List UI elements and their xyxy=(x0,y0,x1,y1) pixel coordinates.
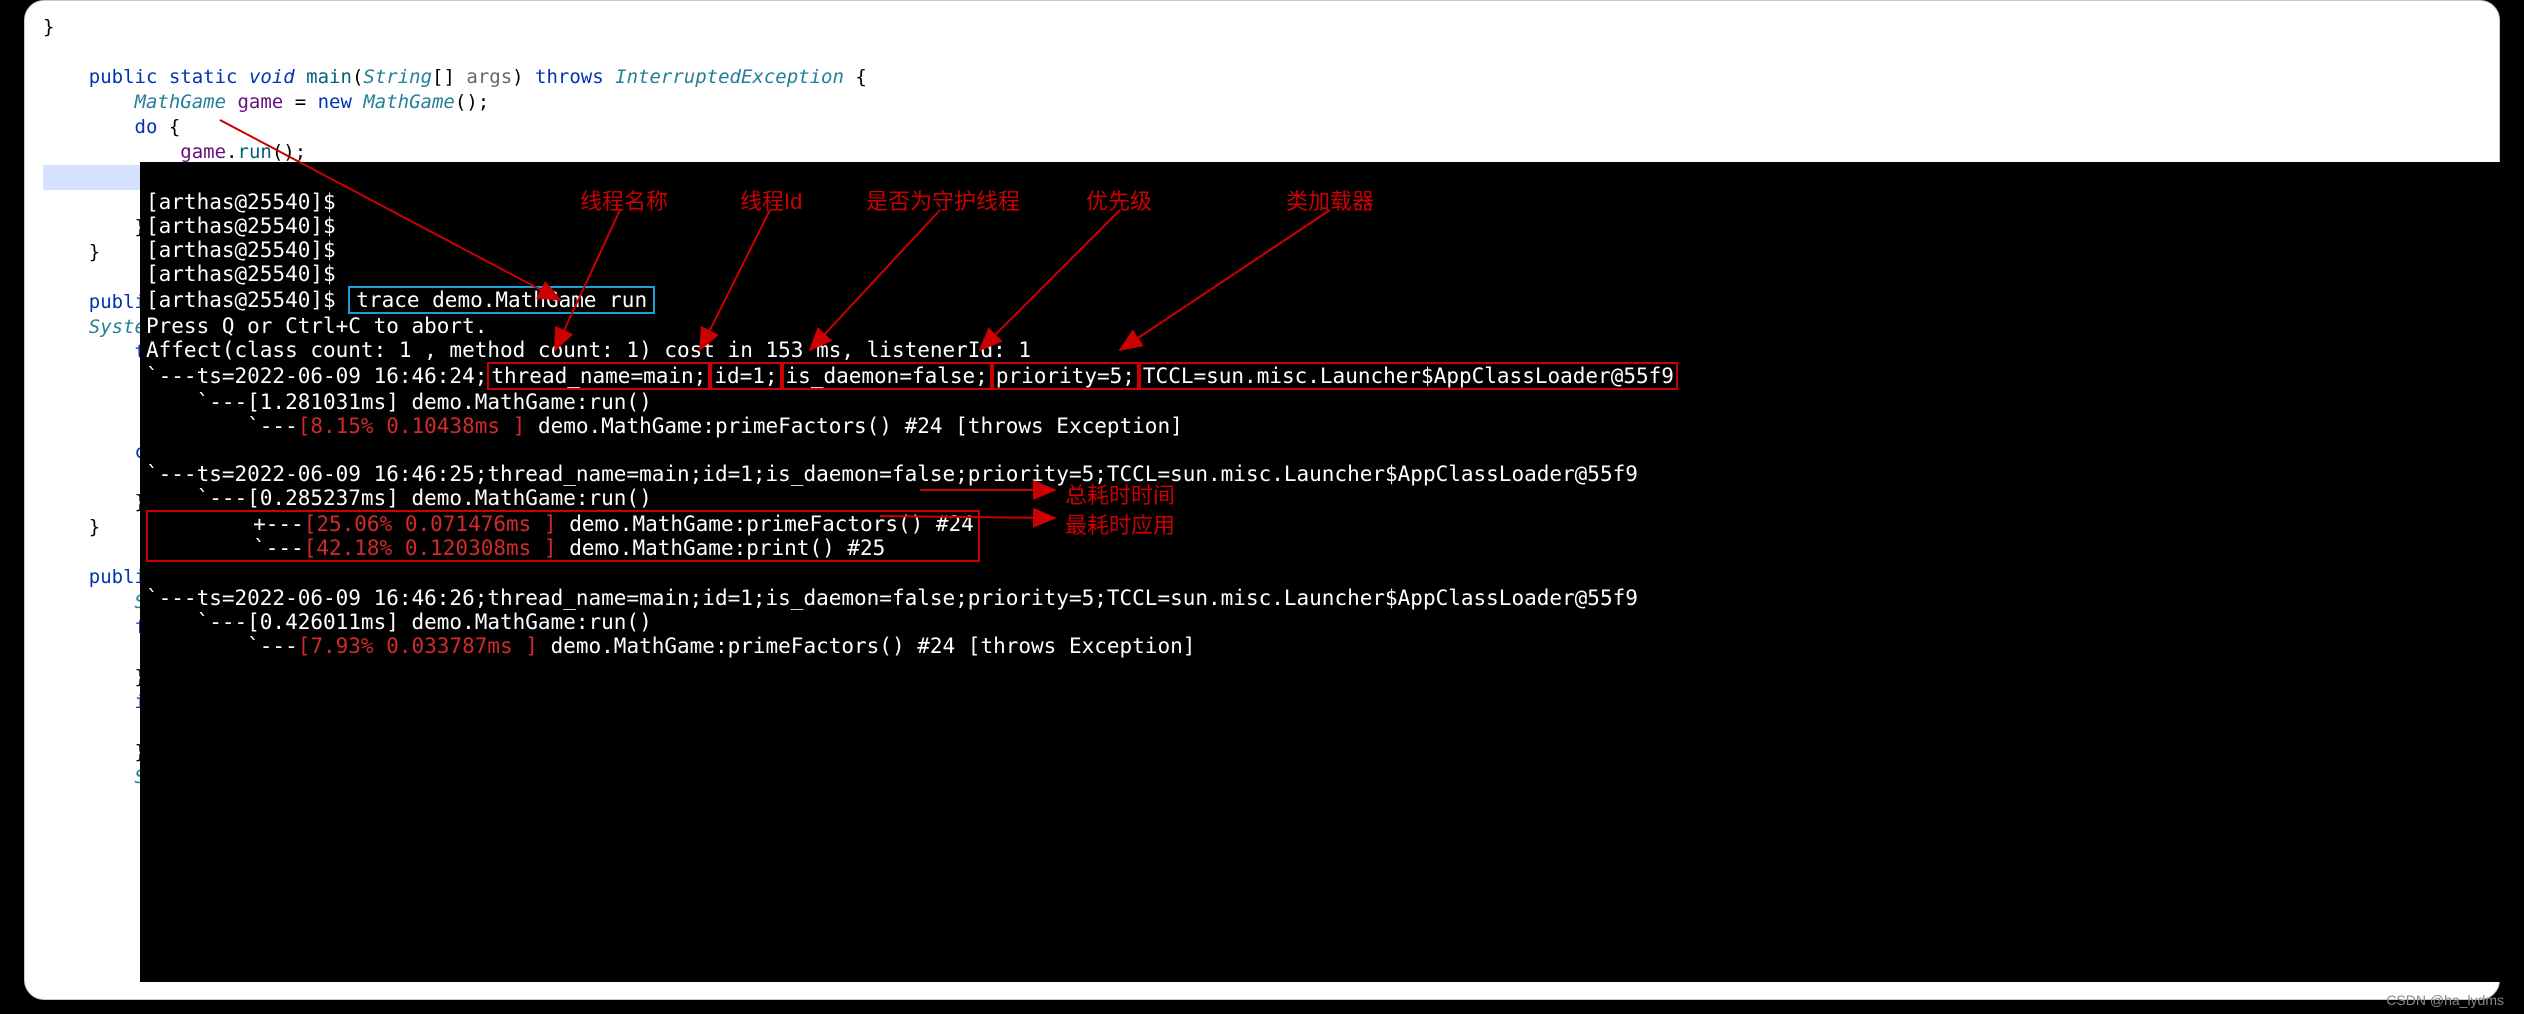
prompt: [arthas@25540]$ xyxy=(146,214,336,238)
tccl-box: TCCL=sun.misc.Launcher$AppClassLoader@55… xyxy=(1139,362,1678,390)
thread-name-box: thread_name=main; xyxy=(487,362,710,390)
label-classloader: 类加载器 xyxy=(1286,184,1374,216)
timing-red: [8.15% 0.10438ms ] xyxy=(298,414,526,438)
priority-box: priority=5; xyxy=(992,362,1139,390)
trace-line: `---ts=2022-06-09 16:46:25;thread_name=m… xyxy=(146,462,1638,486)
trace-line: `--- xyxy=(146,414,298,438)
label-most-time: 最耗时应用 xyxy=(1065,508,1175,540)
label-priority: 优先级 xyxy=(1086,184,1152,216)
label-thread-name: 线程名称 xyxy=(580,184,668,216)
class-ref: MathGame xyxy=(135,91,227,113)
prompt: [arthas@25540]$ xyxy=(146,190,336,214)
thread-id-box: id=1; xyxy=(710,362,781,390)
trace-line: `---ts=2022-06-09 16:46:26;thread_name=m… xyxy=(146,586,1638,610)
daemon-box: is_daemon=false; xyxy=(782,362,992,390)
prompt: [arthas@25540]$ xyxy=(146,288,348,312)
total-time-box: +---[25.06% 0.071476ms ] demo.MathGame:p… xyxy=(146,510,980,562)
abort-hint: Press Q or Ctrl+C to abort. xyxy=(146,314,487,338)
terminal-panel: [arthas@25540]$ [arthas@25540]$ [arthas@… xyxy=(140,162,2500,982)
brace: } xyxy=(43,16,54,38)
trace-line: `---ts=2022-06-09 16:46:24; xyxy=(146,364,487,388)
watermark: CSDN @ha_lydms xyxy=(2386,992,2504,1008)
trace-line: `---[0.426011ms] demo.MathGame:run() xyxy=(146,610,652,634)
trace-tail: demo.MathGame:primeFactors() #24 [throws… xyxy=(525,414,1182,438)
timing-red: [7.93% 0.033787ms ] xyxy=(298,634,538,658)
trace-line: `--- xyxy=(146,634,298,658)
prompt: [arthas@25540]$ xyxy=(146,238,336,262)
trace-line: `---[0.285237ms] demo.MathGame:run() xyxy=(146,486,652,510)
affect-line: Affect(class count: 1 , method count: 1)… xyxy=(146,338,1031,362)
trace-line: `---[1.281031ms] demo.MathGame:run() xyxy=(146,390,652,414)
label-total-time: 总耗时时间 xyxy=(1065,478,1175,510)
label-thread-id: 线程Id xyxy=(740,184,802,216)
trace-tail: demo.MathGame:primeFactors() #24 [throws… xyxy=(538,634,1195,658)
prompt: [arthas@25540]$ xyxy=(146,262,336,286)
label-is-daemon: 是否为守护线程 xyxy=(866,184,1020,216)
trace-command[interactable]: trace demo.MathGame run xyxy=(348,286,655,314)
